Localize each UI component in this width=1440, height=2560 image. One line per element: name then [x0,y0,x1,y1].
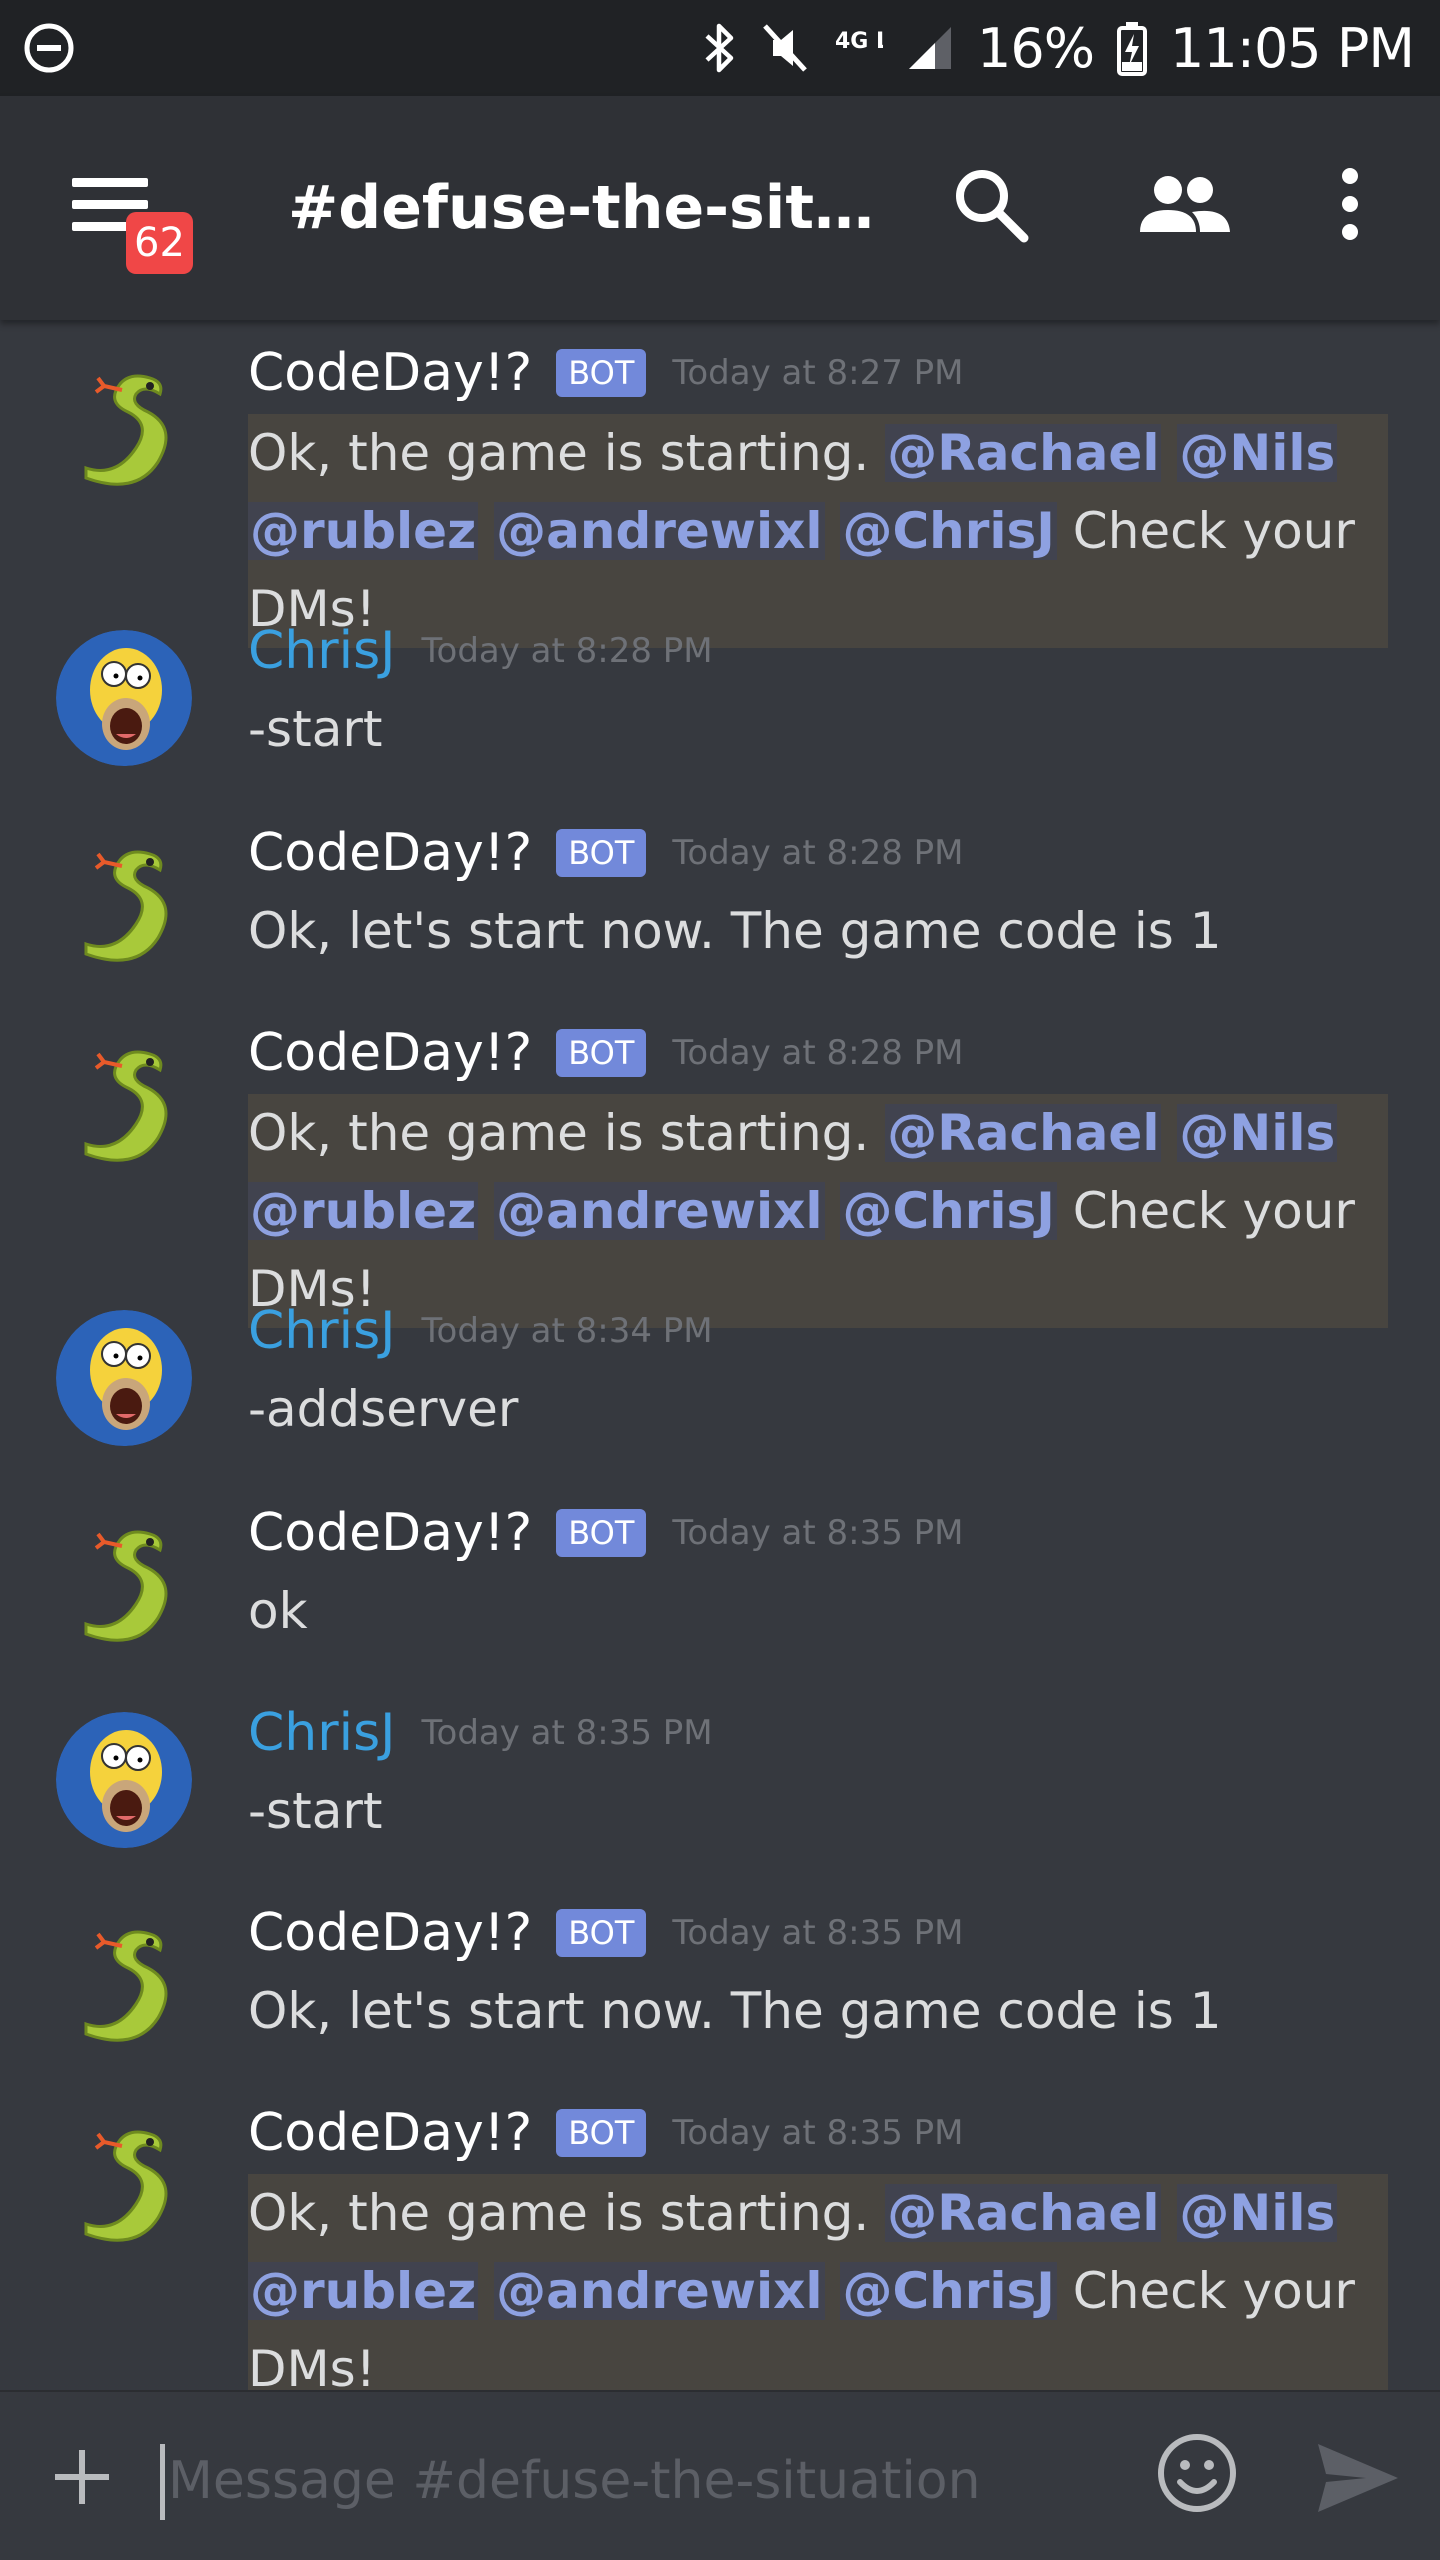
message-content: Ok, the game is starting. @Rachael @Nils… [248,1094,1388,1328]
message-author[interactable]: CodeDay!? [248,1503,532,1563]
emoji-icon [1158,2434,1236,2512]
clock: 11:05 PM [1170,16,1415,80]
send-icon [1318,2444,1398,2512]
mention[interactable]: @rublez [248,502,479,560]
mention[interactable]: @andrewixl [494,502,825,560]
emoji-button[interactable] [1152,2428,1242,2522]
message-author[interactable]: ChrisJ [248,621,396,681]
message-list[interactable]: CodeDay!? BOT Today at 8:27 PM Ok, the g… [0,320,1440,2390]
message-author[interactable]: CodeDay!? [248,1903,532,1963]
members-icon [1140,176,1230,232]
message-text: Ok, the game is starting. [248,424,886,482]
snake-avatar-icon [84,1050,168,1162]
bot-avatar[interactable] [56,1912,192,2048]
message-author[interactable]: ChrisJ [248,1703,396,1763]
bot-avatar[interactable] [56,832,192,968]
unread-badge: 62 [126,212,193,274]
bot-tag: BOT [556,349,647,397]
message-text: Ok, the game is starting. [248,2184,886,2242]
do-not-disturb-icon [22,21,76,75]
channel-title[interactable]: #defuse-the-situa... [288,168,908,248]
mention[interactable]: @ChrisJ [840,2262,1057,2320]
mention[interactable]: @rublez [248,1182,479,1240]
network-type: 4G LTE [833,20,883,76]
message-content: Ok, let's start now. The game code is 1 [248,1982,1222,2040]
bluetooth-icon [701,20,737,76]
message-input[interactable] [166,2436,1086,2526]
search-icon [956,170,1029,243]
bot-tag: BOT [556,1029,647,1077]
user-avatar[interactable] [56,1712,192,1848]
search-button[interactable] [948,162,1032,246]
snake-avatar-icon [84,850,168,962]
bot-avatar[interactable] [56,356,192,492]
battery-percent: 16% [977,16,1095,80]
user-avatar[interactable] [56,1310,192,1446]
hamburger-menu-button[interactable]: 62 [64,172,194,282]
mention[interactable]: @Nils [1177,424,1338,482]
bot-avatar[interactable] [56,1032,192,1168]
snake-avatar-icon [84,1530,168,1642]
muted-icon [759,20,811,76]
status-bar: 4G LTE 16% 11:05 PM [0,0,1440,96]
bot-tag: BOT [556,1909,647,1957]
mention[interactable]: @Nils [1177,2184,1338,2242]
bot-tag: BOT [556,1509,647,1557]
bot-avatar[interactable] [56,1512,192,1648]
bot-tag: BOT [556,2109,647,2157]
svg-text:4G LTE: 4G LTE [835,29,883,54]
send-button[interactable] [1312,2436,1402,2524]
homer-avatar-icon [56,630,192,766]
message-author[interactable]: CodeDay!? [248,343,532,403]
mention[interactable]: @Rachael [885,1104,1162,1162]
message-content: -start [248,700,383,758]
message-timestamp: Today at 8:35 PM [672,1513,964,1553]
mention[interactable]: @rublez [248,2262,479,2320]
message-timestamp: Today at 8:35 PM [421,1713,713,1753]
homer-avatar-icon [56,1712,192,1848]
mention[interactable]: @ChrisJ [840,502,1057,560]
snake-avatar-icon [84,374,168,486]
mention[interactable]: @andrewixl [494,1182,825,1240]
message-content: Ok, the game is starting. @Rachael @Nils… [248,414,1388,648]
message-author[interactable]: CodeDay!? [248,1023,532,1083]
message-content: -addserver [248,1380,519,1438]
mention[interactable]: @Rachael [885,424,1162,482]
mention[interactable]: @Nils [1177,1104,1338,1162]
message-content: ok [248,1582,308,1640]
mention[interactable]: @Rachael [885,2184,1162,2242]
more-vertical-icon [1342,168,1358,240]
message-timestamp: Today at 8:35 PM [672,1913,964,1953]
more-options-button[interactable] [1320,162,1380,246]
plus-icon [55,2450,109,2504]
mention[interactable]: @ChrisJ [840,1182,1057,1240]
message-content: -start [248,1782,383,1840]
message-author[interactable]: CodeDay!? [248,2103,532,2163]
homer-avatar-icon [56,1310,192,1446]
message-author[interactable]: ChrisJ [248,1301,396,1361]
mention[interactable]: @andrewixl [494,2262,825,2320]
message-timestamp: Today at 8:34 PM [421,1311,713,1351]
text-cursor [160,2444,165,2520]
message-timestamp: Today at 8:27 PM [672,353,964,393]
message-timestamp: Today at 8:28 PM [672,1033,964,1073]
message-timestamp: Today at 8:28 PM [672,833,964,873]
snake-avatar-icon [84,2130,168,2242]
signal-icon [905,23,955,73]
snake-avatar-icon [84,1930,168,2042]
message-content: Ok, let's start now. The game code is 1 [248,902,1222,960]
attach-button[interactable] [46,2432,118,2526]
message-text: Ok, the game is starting. [248,1104,886,1162]
message-composer [0,2390,1440,2560]
bot-avatar[interactable] [56,2112,192,2248]
user-avatar[interactable] [56,630,192,766]
message-content: Ok, the game is starting. @Rachael @Nils… [248,2174,1388,2390]
message-author[interactable]: CodeDay!? [248,823,532,883]
message-timestamp: Today at 8:35 PM [672,2113,964,2153]
members-button[interactable] [1136,162,1232,246]
message-timestamp: Today at 8:28 PM [421,631,713,671]
battery-charging-icon [1116,20,1148,76]
bot-tag: BOT [556,829,647,877]
channel-header: 62 #defuse-the-situa... [0,96,1440,320]
